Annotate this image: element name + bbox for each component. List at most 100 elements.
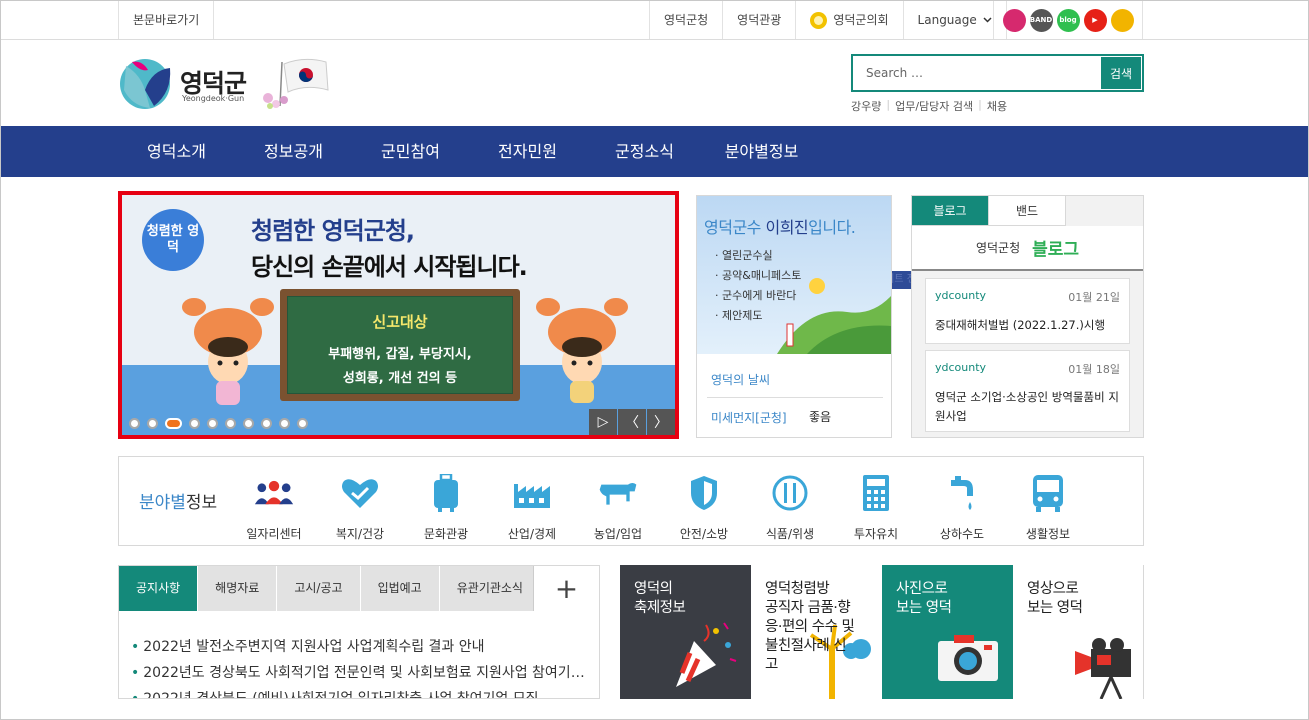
main-banner-slider[interactable]: 청렴한 영덕 청렴한 영덕군청, 당신의 손끝에서 시작됩니다. 신고대상 부패… — [118, 191, 679, 439]
list-item[interactable]: • 2022년 경상북도 (예비)사회적기업 일자리창출 사업 참여기업 모집 — [131, 686, 591, 698]
quick-link-recruit[interactable]: 채용 — [987, 98, 1007, 114]
yeongdeok-logo-icon — [120, 59, 171, 109]
banner-title: 영덕의 축제정보 — [634, 581, 686, 616]
nav-menu: 영덕소개 정보공개 군민참여 전자민원 군정소식 분야별정보 — [118, 126, 820, 177]
slider-prev-button[interactable]: 〈 — [618, 409, 646, 435]
field-info-title-post: 정보 — [185, 493, 218, 513]
tab-clarification[interactable]: 해명자료 — [198, 566, 278, 611]
mayor-panel: 영덕군수 이희진입니다. 열린군수실 공약&매니페스토 군수에게 바란다 제안제… — [696, 195, 892, 438]
blog-post[interactable]: ydcounty 01월 18일 영덕군 소기업·소상공인 방역물품비 지원사업 — [925, 350, 1130, 432]
mayor-link-requests[interactable]: 군수에게 바란다 — [715, 286, 801, 306]
banner-title: 영덕청렴방 공직자 금품·향 응·편의 수수 및 불친절사례 신 고 — [765, 581, 855, 673]
nav-item-1[interactable]: 정보공개 — [235, 126, 352, 177]
field-item[interactable]: 농업/임업 — [575, 473, 661, 542]
slider-dot[interactable] — [207, 418, 218, 429]
link-county-office[interactable]: 영덕군청 — [649, 1, 722, 39]
quick-link-staff-search[interactable]: 업무/담당자 검색 — [895, 98, 973, 114]
logo-subtitle: Yeongdeok·Gun — [182, 94, 245, 103]
board-line2: 성희롱, 개선 건의 등 — [342, 371, 458, 386]
slider-dot[interactable] — [165, 418, 182, 429]
tab-agency-news[interactable]: 유관기관소식 — [439, 566, 541, 611]
slider-dot[interactable] — [129, 418, 140, 429]
field-item[interactable]: 복지/건강 — [317, 473, 403, 542]
weather-link[interactable]: 영덕의 날씨 — [711, 371, 770, 388]
banner-title: 영상으로 보는 영덕 — [1027, 581, 1083, 616]
skip-to-content-link[interactable]: 본문바로가기 — [118, 1, 215, 39]
post-date: 01월 18일 — [1068, 363, 1120, 376]
instagram-icon[interactable] — [1002, 8, 1026, 32]
field-item-label: 식품/위생 — [765, 527, 815, 541]
banner-festival[interactable]: 영덕의 축제정보 — [620, 565, 751, 699]
youtube-icon[interactable]: ▶ — [1083, 8, 1107, 32]
field-item[interactable]: 일자리센터 — [231, 473, 317, 542]
chevron-down-icon — [983, 17, 992, 23]
band-icon[interactable]: BAND — [1029, 8, 1053, 32]
link-tourism[interactable]: 영덕관광 — [722, 1, 795, 39]
field-item[interactable]: 생활정보 — [1005, 473, 1091, 542]
post-title: 중대재해처벌법 (2022.1.27.)시행 — [935, 318, 1106, 332]
slider-dot[interactable] — [297, 418, 308, 429]
field-item[interactable]: 투자유치 — [833, 473, 919, 542]
tab-band[interactable]: 밴드 — [989, 196, 1066, 226]
field-item[interactable]: 안전/소방 — [661, 473, 747, 542]
mayor-link-proposals[interactable]: 제안제도 — [715, 306, 801, 326]
cow-icon — [598, 473, 638, 513]
link-council[interactable]: 영덕군의회 — [795, 1, 902, 39]
chalkboard-surface: 신고대상 부패행위, 갑질, 부당지시, 성희롱, 개선 건의 등 — [287, 296, 513, 394]
calculator-icon — [856, 473, 896, 513]
slider-dot[interactable] — [147, 418, 158, 429]
divider — [707, 397, 883, 398]
more-button[interactable]: + — [533, 566, 599, 611]
language-select[interactable]: Language — [902, 1, 1007, 39]
slider-dot[interactable] — [189, 418, 200, 429]
nav-item-2[interactable]: 군민참여 — [352, 126, 469, 177]
post-author: ydcounty — [935, 289, 987, 302]
slider-controls: ▷ 〈 〉 — [589, 409, 675, 435]
banner-photo[interactable]: 사진으로 보는 영덕 — [882, 565, 1013, 699]
field-item[interactable]: 문화관광 — [403, 473, 489, 542]
slider-dot[interactable] — [261, 418, 272, 429]
tab-announcement[interactable]: 고시/공고 — [277, 566, 361, 611]
slider-dot[interactable] — [279, 418, 290, 429]
nav-item-4[interactable]: 군정소식 — [586, 126, 703, 177]
post-title: 영덕군 소기업·소상공인 방역물품비 지원사업 — [935, 390, 1119, 423]
main-navigation: 영덕소개 정보공개 군민참여 전자민원 군정소식 분야별정보 사이트 전체보기 — [1, 126, 1308, 289]
mayor-link-pledges[interactable]: 공약&매니페스토 — [715, 266, 801, 286]
slider-play-button[interactable]: ▷ — [589, 409, 617, 435]
nav-item-0[interactable]: 영덕소개 — [118, 126, 235, 177]
tab-blog[interactable]: 블로그 — [912, 196, 989, 226]
kakaostory-icon[interactable] — [1110, 8, 1134, 32]
banner-integrity-report[interactable]: 영덕청렴방 공직자 금품·향 응·편의 수수 및 불친절사례 신 고 — [751, 565, 882, 699]
council-label: 영덕군의회 — [833, 13, 889, 27]
flag-flowers-icon — [263, 58, 329, 109]
field-item[interactable]: 산업/경제 — [489, 473, 575, 542]
field-item[interactable]: 상하수도 — [919, 473, 1005, 542]
nav-item-3[interactable]: 전자민원 — [469, 126, 586, 177]
slider-next-button[interactable]: 〉 — [647, 409, 675, 435]
banner-video[interactable]: 영상으로 보는 영덕 — [1013, 565, 1144, 699]
slider-dot[interactable] — [243, 418, 254, 429]
faucet-icon — [942, 473, 982, 513]
nav-item-5[interactable]: 분야별정보 — [703, 126, 820, 177]
mayor-link-office[interactable]: 열린군수실 — [715, 246, 801, 266]
social-links: BAND blog ▶ — [993, 1, 1143, 39]
site-logo[interactable]: 영덕군 Yeongdeok·Gun — [118, 54, 338, 112]
tab-legislation[interactable]: 입법예고 — [360, 566, 440, 611]
bullet: • — [131, 639, 140, 655]
blog-icon[interactable]: blog — [1056, 8, 1080, 32]
post-date: 01월 21일 — [1068, 291, 1120, 304]
list-item[interactable]: • 2022년 발전소주변지역 지원사업 사업계획수립 결과 안내 — [131, 634, 591, 660]
field-item-label: 복지/건강 — [335, 527, 385, 541]
list-item[interactable]: • 2022년도 경상북도 사회적기업 전문인력 및 사회보험료 지원사업 참여기… — [131, 660, 591, 686]
field-item[interactable]: 식품/위생 — [747, 473, 833, 542]
blog-post[interactable]: ydcounty 01월 21일 중대재해처벌법 (2022.1.27.)시행 — [925, 278, 1130, 344]
quick-link-rainfall[interactable]: 강우량 — [851, 98, 881, 114]
quick-links: 강우량 | 업무/담당자 검색 | 채용 — [851, 98, 1007, 114]
slider-dot[interactable] — [225, 418, 236, 429]
language-label: Language — [917, 13, 977, 27]
tab-notice[interactable]: 공지사항 — [119, 566, 199, 611]
blog-header: 영덕군청 블로그 — [912, 226, 1143, 271]
search-input[interactable] — [853, 56, 1100, 90]
search-button[interactable]: 검색 — [1101, 57, 1141, 89]
notice-title: 2022년도 경상북도 사회적기업 전문인력 및 사회보험료 지원사업 참여기업… — [143, 665, 591, 681]
